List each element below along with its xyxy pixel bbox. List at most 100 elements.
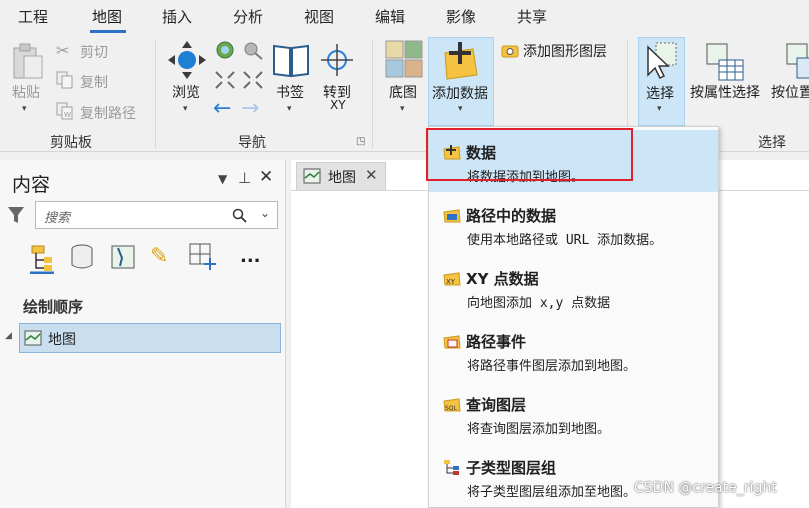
zoom-to-selection-icon[interactable] — [242, 40, 264, 60]
tab-map[interactable]: 地图 — [92, 6, 122, 27]
pin-icon[interactable]: ⊥ — [238, 169, 251, 187]
paste-label: 粘贴 — [12, 85, 40, 101]
book-icon — [273, 44, 309, 78]
tab-insert[interactable]: 插入 — [162, 6, 192, 27]
contents-title: 内容 — [12, 174, 51, 196]
expand-triangle-icon[interactable]: ◢ — [5, 331, 12, 341]
basemap-icon — [385, 40, 423, 78]
full-extent-icon[interactable] — [214, 40, 236, 60]
menu-item-title: 路径中的数据 — [466, 207, 557, 225]
copy-label: 复制 — [80, 75, 108, 91]
browse-icon — [168, 41, 206, 79]
search-icon[interactable] — [232, 208, 248, 224]
map-tab-label: 地图 — [328, 170, 356, 186]
selection-group-label: 选择 — [758, 135, 786, 151]
search-placeholder: 搜索 — [44, 211, 71, 226]
svg-text:W: W — [64, 111, 71, 119]
tab-edit[interactable]: 编辑 — [375, 6, 405, 27]
map-icon — [24, 330, 42, 346]
menu-item-xy-point-data[interactable]: XY XY 点数据 向地图添加 x,y 点数据 — [429, 256, 718, 318]
goto-xy-label: XY — [330, 98, 346, 112]
tab-view[interactable]: 视图 — [304, 6, 334, 27]
graphics-layer-icon — [501, 45, 519, 58]
tab-share[interactable]: 共享 — [517, 6, 547, 27]
select-by-attribute-icon — [706, 43, 744, 81]
group-divider — [372, 40, 373, 148]
map-view-tab[interactable]: 地图 ✕ — [296, 162, 386, 190]
dialog-launcher-icon[interactable]: ◳ — [356, 136, 365, 147]
scissors-icon: ✂ — [56, 41, 70, 60]
chevron-down-icon[interactable]: ⌄ — [260, 206, 270, 220]
select-arrow-icon — [647, 42, 677, 80]
map-icon — [303, 168, 321, 184]
add-data-button[interactable]: 添加数据 ▾ — [428, 37, 494, 126]
filter-icon[interactable] — [7, 205, 25, 225]
navigation-group-label: 导航 — [238, 135, 266, 151]
query-layer-icon: SQL — [443, 398, 461, 412]
fixed-zoom-out-icon[interactable] — [242, 70, 264, 90]
select-by-attribute-label: 按属性选择 — [690, 85, 760, 101]
tab-imagery[interactable]: 影像 — [446, 6, 476, 27]
close-icon[interactable]: ✕ — [259, 167, 273, 187]
watermark: CSDN @create_right — [634, 480, 777, 496]
ribbon-tabs: 工程 地图 插入 分析 视图 编辑 影像 共享 — [0, 0, 809, 34]
select-by-location-label: 按位置 — [771, 85, 809, 101]
data-source-view-icon[interactable] — [69, 244, 95, 270]
select-label: 选择 — [646, 86, 674, 102]
select-button[interactable]: 选择 ▾ — [638, 37, 685, 126]
menu-item-title: 路径事件 — [466, 333, 527, 351]
chevron-down-icon: ▾ — [22, 104, 27, 114]
add-data-icon — [444, 42, 478, 80]
annotation-highlight-box — [426, 128, 633, 181]
map-tree-label: 地图 — [48, 332, 76, 348]
crosshair-icon — [321, 44, 353, 76]
more-options-icon[interactable]: ... — [240, 246, 261, 267]
subtype-group-layer-icon — [444, 460, 459, 475]
chevron-down-icon[interactable]: ▼ — [218, 172, 227, 186]
chevron-down-icon: ▾ — [287, 104, 292, 114]
search-input[interactable]: 搜索 ⌄ — [35, 201, 278, 229]
fixed-zoom-in-icon[interactable] — [214, 70, 236, 90]
tab-analysis[interactable]: 分析 — [233, 6, 263, 27]
route-events-icon — [443, 335, 461, 349]
map-tree-item[interactable]: 地图 — [19, 323, 281, 353]
svg-text:SQL: SQL — [445, 405, 458, 412]
browse-label: 浏览 — [172, 85, 200, 101]
menu-item-query-layer[interactable]: SQL 查询图层 将查询图层添加到地图。 — [429, 382, 718, 444]
clipboard-group-label: 剪贴板 — [50, 135, 92, 151]
add-data-dropdown: 数据 将数据添加到地图。 路径中的数据 使用本地路径或 URL 添加数据。 XY… — [428, 126, 719, 508]
active-tab-indicator — [90, 30, 126, 33]
copy-path-label: 复制路径 — [80, 106, 136, 122]
chevron-down-icon: ▾ — [458, 104, 463, 114]
menu-item-title: 子类型图层组 — [466, 459, 557, 477]
snapping-view-icon[interactable] — [188, 242, 218, 272]
basemap-label: 底图 — [389, 85, 417, 101]
svg-text:XY: XY — [446, 278, 456, 286]
menu-item-subtype-group-layer[interactable]: 子类型图层组 将子类型图层组添加至地图。 — [429, 445, 718, 507]
paste-icon — [13, 43, 43, 79]
menu-item-description: 将子类型图层组添加至地图。 — [467, 485, 637, 500]
menu-item-description: 将查询图层添加到地图。 — [467, 422, 611, 437]
pencil-icon[interactable]: ✎ — [150, 244, 168, 269]
menu-item-title: 查询图层 — [466, 396, 527, 414]
add-graphics-layer-label: 添加图形图层 — [523, 44, 607, 60]
previous-extent-icon[interactable]: ← — [213, 96, 231, 121]
next-extent-icon[interactable]: → — [241, 96, 259, 121]
add-data-label: 添加数据 — [432, 86, 488, 102]
xy-point-icon: XY — [443, 272, 461, 286]
group-divider — [155, 40, 156, 148]
chevron-down-icon: ▾ — [657, 104, 662, 114]
menu-item-description: 使用本地路径或 URL 添加数据。 — [467, 233, 663, 248]
bookmark-label: 书签 — [276, 85, 304, 101]
chevron-down-icon: ▾ — [400, 104, 405, 114]
tab-project[interactable]: 工程 — [18, 6, 48, 27]
selection-view-icon[interactable] — [110, 244, 136, 270]
menu-item-description: 将路径事件图层添加到地图。 — [467, 359, 637, 374]
menu-item-description: 向地图添加 x,y 点数据 — [467, 296, 611, 311]
data-from-path-icon — [443, 209, 461, 223]
menu-item-route-events[interactable]: 路径事件 将路径事件图层添加到地图。 — [429, 319, 718, 381]
menu-item-data-from-path[interactable]: 路径中的数据 使用本地路径或 URL 添加数据。 — [429, 193, 718, 255]
menu-item-title: XY 点数据 — [466, 270, 539, 288]
drawing-order-view-icon[interactable] — [28, 244, 56, 274]
close-icon[interactable]: ✕ — [365, 166, 378, 184]
